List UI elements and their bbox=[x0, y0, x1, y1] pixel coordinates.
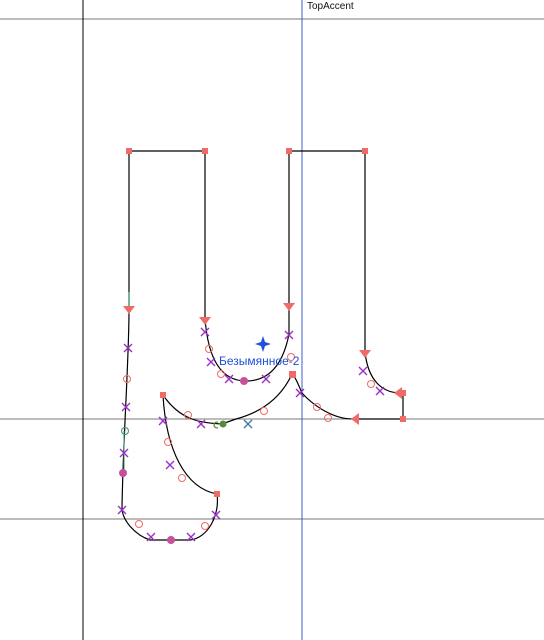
control-point[interactable] bbox=[324, 414, 332, 422]
corner-point[interactable] bbox=[289, 371, 296, 378]
control-point[interactable] bbox=[135, 520, 143, 528]
smooth-point[interactable] bbox=[119, 469, 127, 477]
control-point[interactable] bbox=[367, 380, 375, 388]
curve-point-triangle[interactable] bbox=[394, 387, 402, 399]
control-point[interactable] bbox=[201, 522, 209, 530]
corner-point[interactable] bbox=[400, 416, 406, 422]
handle-x-teal[interactable] bbox=[243, 419, 253, 429]
handle-x[interactable] bbox=[200, 327, 210, 337]
curve-point-triangle[interactable] bbox=[283, 303, 295, 311]
corner-point[interactable] bbox=[126, 148, 132, 154]
start-direction-arrow-icon bbox=[213, 421, 219, 429]
corner-point[interactable] bbox=[286, 148, 292, 154]
handle-x[interactable] bbox=[358, 366, 368, 376]
corner-point[interactable] bbox=[214, 491, 220, 497]
control-point[interactable] bbox=[217, 370, 225, 378]
top-accent-guide-label: TopAccent bbox=[307, 1, 354, 12]
handle-x[interactable] bbox=[375, 386, 385, 396]
control-point[interactable] bbox=[178, 474, 186, 482]
corner-point[interactable] bbox=[202, 148, 208, 154]
control-point[interactable] bbox=[260, 407, 268, 415]
curve-point-triangle[interactable] bbox=[199, 317, 211, 325]
curve-point-triangle[interactable] bbox=[351, 413, 359, 425]
curve-point-triangle[interactable] bbox=[123, 306, 135, 314]
handle-x[interactable] bbox=[165, 460, 175, 470]
glyph-editor-canvas[interactable] bbox=[0, 0, 544, 640]
smooth-point[interactable] bbox=[167, 536, 175, 544]
smooth-point[interactable] bbox=[240, 377, 248, 385]
control-point[interactable] bbox=[313, 403, 321, 411]
anchor-name-label[interactable]: Безымянное-2 bbox=[219, 354, 299, 368]
four-point-star-icon[interactable] bbox=[255, 336, 271, 352]
curve-point-triangle[interactable] bbox=[359, 350, 371, 358]
corner-point[interactable] bbox=[362, 148, 368, 154]
handle-x[interactable] bbox=[206, 357, 216, 367]
corner-point[interactable] bbox=[160, 392, 166, 398]
tangent-point[interactable] bbox=[219, 420, 227, 428]
